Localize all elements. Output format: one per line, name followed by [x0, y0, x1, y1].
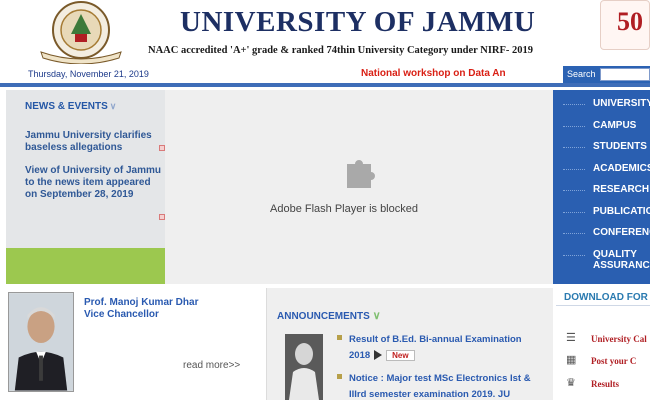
chevron-down-icon: ∨ — [109, 101, 117, 111]
header-divider — [0, 83, 650, 87]
naac-rank: 74th — [326, 45, 347, 56]
anniversary-badge-text: 50 — [617, 7, 643, 36]
building-icon: ♛ — [566, 377, 576, 389]
info-bar: Thursday, November 21, 2019 National wor… — [0, 66, 650, 83]
news-item[interactable]: Jammu University clarifies baseless alle… — [25, 130, 161, 154]
calendar-icon: ▦ — [566, 354, 577, 366]
vice-chancellor-name[interactable]: Prof. Manoj Kumar Dhar — [84, 297, 198, 309]
news-item[interactable]: View of University of Jammu to the news … — [25, 165, 161, 201]
chevron-down-icon: ∨ — [372, 310, 381, 322]
search-input[interactable] — [600, 68, 650, 81]
current-date: Thursday, November 21, 2019 — [28, 69, 149, 79]
downloads-panel: DOWNLOAD FOR ☰ University Cal ▦ Post you… — [556, 288, 650, 400]
bullet-icon — [337, 374, 342, 379]
nav-dots — [563, 190, 585, 191]
nav-dots — [563, 212, 585, 213]
nav-dots — [563, 233, 585, 234]
plugin-puzzle-icon — [347, 160, 375, 188]
naac-suffix: in University Category under NIRF- 2019 — [346, 45, 534, 56]
vice-chancellor-panel: Prof. Manoj Kumar Dhar Vice Chancellor r… — [6, 288, 264, 400]
download-label: Post your C — [591, 356, 637, 366]
nav-label: RESEARCH — [593, 184, 650, 195]
flash-blocked-message: Adobe Flash Player is blocked — [270, 203, 418, 215]
search-box: Search — [563, 66, 650, 83]
download-item[interactable]: ▦ Post your C — [566, 354, 650, 368]
news-heading-text: NEWS & EVENTS — [25, 101, 108, 112]
announcement-text: Result of B.Ed. Bi-annual Examination 201… — [349, 332, 554, 364]
nav-label: ACADEMICS — [593, 163, 650, 174]
news-ticker[interactable]: National workshop on Data An — [361, 68, 521, 79]
bullet-icon — [337, 335, 342, 340]
nav-dots — [563, 169, 585, 170]
downloads-heading: DOWNLOAD FOR — [564, 292, 648, 303]
announcement-thumbnail — [285, 334, 323, 400]
naac-prefix: NAAC accredited 'A+' grade & ranked — [148, 45, 327, 56]
announcement-line: Notice : Major test MSc Electronics Ist … — [349, 373, 531, 384]
downloads-header: DOWNLOAD FOR — [556, 288, 650, 306]
nav-dots — [563, 147, 585, 148]
main-navigation: UNIVERSITY CAMPUS STUDENTS ACADEMICS RES… — [553, 90, 650, 284]
nav-label: CONFERENC — [593, 227, 650, 238]
nav-label: PUBLICATIO — [593, 206, 650, 217]
nav-dots — [563, 126, 585, 127]
announcements-panel: ANNOUNCEMENTS ∨ Result of B.Ed. Bi-annua… — [266, 288, 553, 400]
new-arrow-icon — [374, 350, 383, 361]
announcement-text: Notice : Major test MSc Electronics Ist … — [349, 371, 554, 400]
anniversary-badge[interactable]: 50 — [600, 0, 650, 50]
flash-player-area[interactable]: Adobe Flash Player is blocked — [165, 90, 553, 284]
download-label: Results — [591, 379, 620, 389]
nav-label: QUALITY — [593, 249, 637, 260]
nav-dots — [563, 255, 585, 256]
announcement-line: Result of B.Ed. Bi-annual Examination — [349, 334, 522, 345]
news-events-heading[interactable]: NEWS & EVENTS ∨ — [25, 101, 116, 112]
news-footer-band — [6, 248, 165, 284]
nav-dots — [563, 104, 585, 105]
download-label: University Cal — [591, 334, 647, 344]
university-title: UNIVERSITY OF JAMMU — [180, 6, 536, 38]
download-item[interactable]: ☰ University Cal — [566, 332, 650, 346]
announcements-heading[interactable]: ANNOUNCEMENTS ∨ — [277, 309, 381, 322]
vice-chancellor-photo[interactable] — [8, 292, 74, 392]
nav-label: STUDENTS — [593, 141, 647, 152]
read-more-link[interactable]: read more>> — [183, 360, 240, 371]
naac-statement: NAAC accredited 'A+' grade & ranked 74th… — [148, 45, 533, 56]
announcement-line: 2018 — [349, 350, 371, 361]
site-header: UNIVERSITY OF JAMMU NAAC accredited 'A+'… — [0, 0, 650, 66]
download-item[interactable]: ♛ Results — [566, 377, 650, 391]
announcements-heading-text: ANNOUNCEMENTS — [277, 311, 370, 322]
nav-label: CAMPUS — [593, 120, 637, 131]
page: UNIVERSITY OF JAMMU NAAC accredited 'A+'… — [0, 0, 650, 400]
book-icon: ☰ — [566, 332, 576, 344]
announcement-line: IIIrd semester examination 2019. JU — [349, 389, 511, 400]
vice-chancellor-role: Vice Chancellor — [84, 309, 159, 320]
nav-label: UNIVERSITY — [593, 98, 650, 109]
university-logo[interactable] — [35, 0, 127, 64]
nav-label-continued: ASSURANC — [593, 260, 650, 271]
search-label: Search — [567, 69, 596, 79]
new-badge: New — [386, 349, 415, 361]
